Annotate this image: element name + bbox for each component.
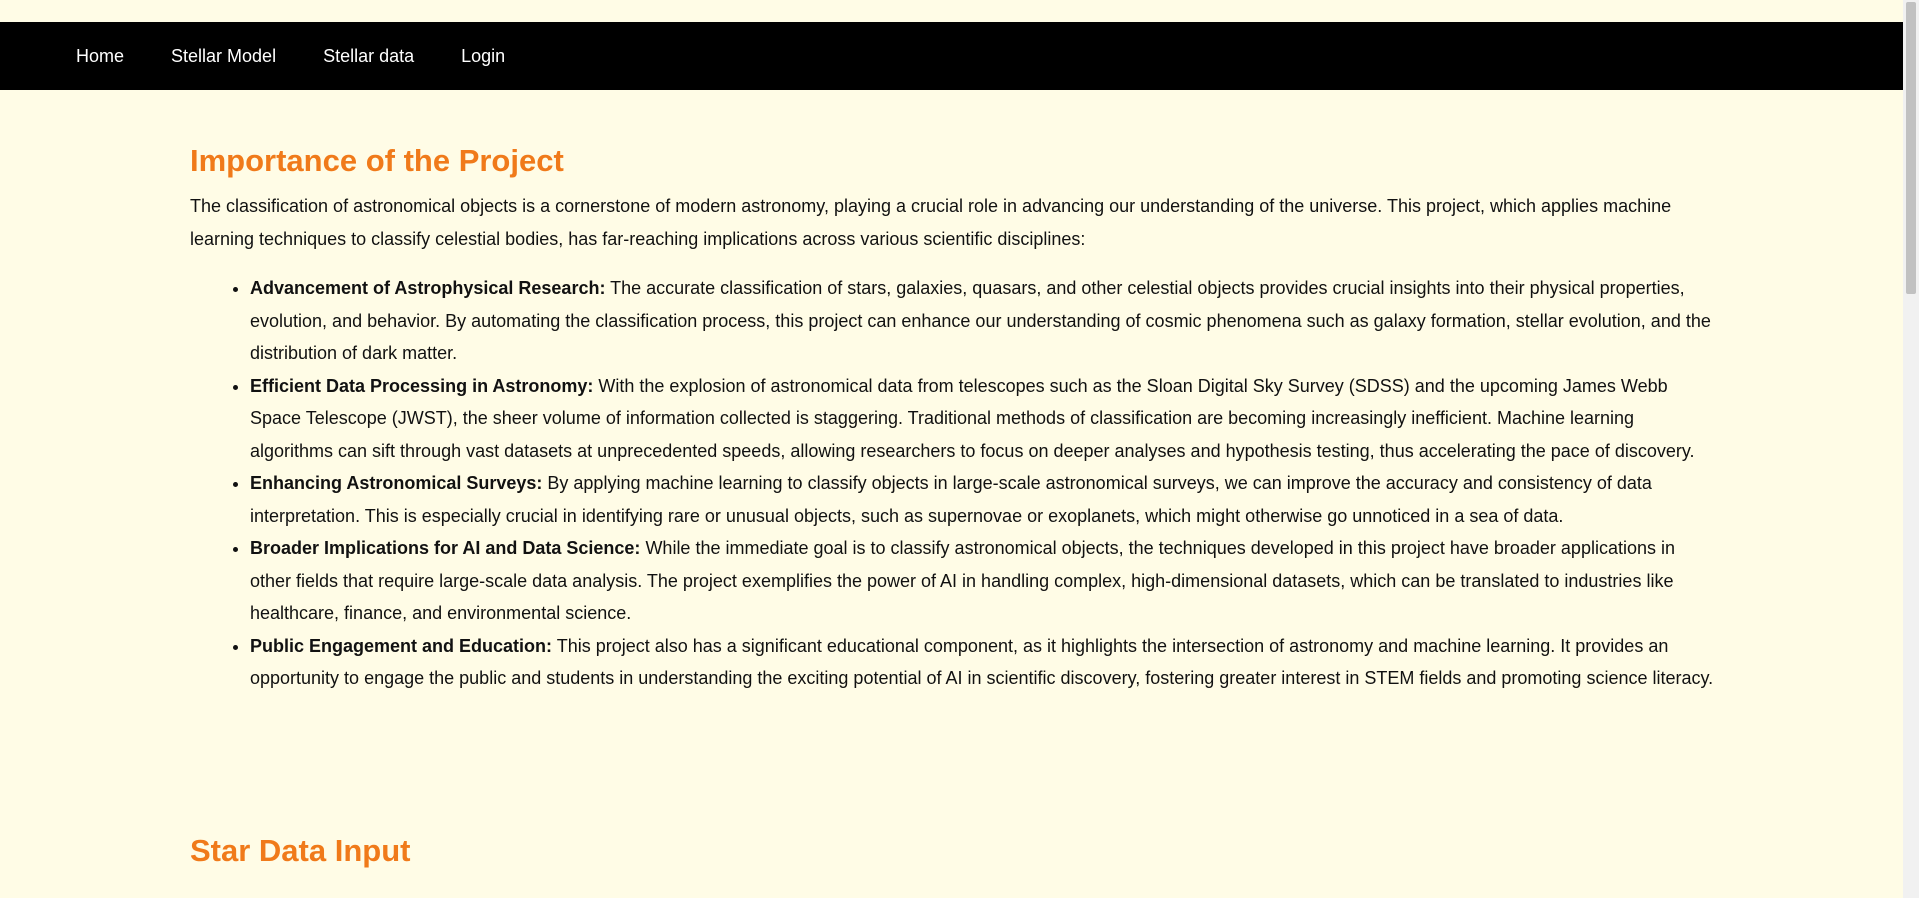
- list-item-heading: Efficient Data Processing in Astronomy:: [250, 375, 594, 396]
- nav-stellar-model-link[interactable]: Stellar Model: [171, 46, 276, 67]
- list-item-heading: Enhancing Astronomical Surveys:: [250, 473, 543, 493]
- star-data-input-section: Star Data Input: [190, 830, 410, 872]
- list-item: Enhancing Astronomical Surveys: By apply…: [250, 467, 1714, 532]
- main-content: Importance of the Project The classifica…: [190, 140, 1714, 695]
- vertical-scrollbar[interactable]: [1903, 0, 1919, 898]
- star-data-input-heading: Star Data Input: [190, 833, 411, 868]
- list-item-heading: Advancement of Astrophysical Research:: [250, 278, 606, 298]
- nav-home-link[interactable]: Home: [76, 46, 124, 67]
- list-item-heading: Broader Implications for AI and Data Sci…: [250, 538, 641, 558]
- list-item: Advancement of Astrophysical Research: T…: [250, 272, 1714, 370]
- list-item-heading: Public Engagement and Education:: [250, 635, 553, 656]
- list-item: Public Engagement and Education: This pr…: [250, 630, 1714, 695]
- list-item: Broader Implications for AI and Data Sci…: [250, 532, 1714, 630]
- importance-heading: Importance of the Project: [190, 143, 564, 178]
- top-navbar: Home Stellar Model Stellar data Login: [0, 22, 1903, 90]
- importance-list: Advancement of Astrophysical Research: T…: [190, 272, 1714, 695]
- list-item: Efficient Data Processing in Astronomy: …: [250, 370, 1714, 468]
- scrollbar-thumb[interactable]: [1906, 2, 1916, 294]
- nav-login-link[interactable]: Login: [461, 46, 505, 67]
- importance-intro: The classification of astronomical objec…: [190, 196, 1672, 249]
- nav-stellar-data-link[interactable]: Stellar data: [323, 46, 414, 67]
